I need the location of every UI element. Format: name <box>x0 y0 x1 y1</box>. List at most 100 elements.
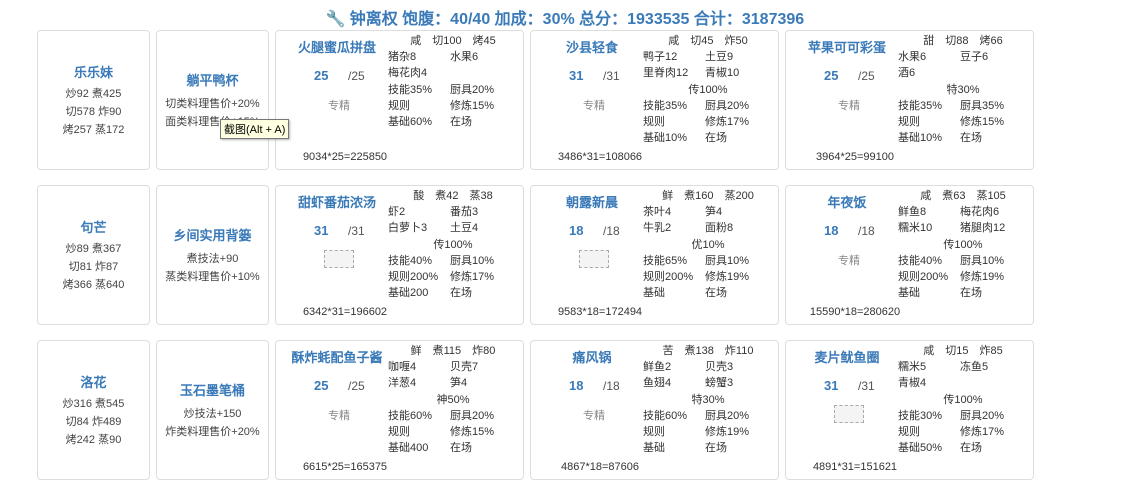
modifier: 厨具10% <box>960 254 1005 267</box>
modifier: 技能60% <box>388 409 433 422</box>
chef-card[interactable]: 乐乐妹 炒92 煮425 切578 炸90 烤257 蒸172 <box>37 30 150 170</box>
chef-name[interactable]: 洛花 <box>38 372 149 391</box>
recipe-requirements: 咸 切45 炸50 <box>668 35 748 47</box>
modifier: 基础50% <box>898 442 943 455</box>
recipe-card[interactable]: 沙县轻食 31/31 专精 3486*31=108066 咸 切45 炸50 鸭子12 土豆… <box>530 30 779 170</box>
recipe-quantity[interactable]: 31 <box>569 68 583 83</box>
recipe-rank-bonus: 特30% <box>946 83 980 96</box>
recipe-name[interactable]: 麦片鱿鱼圈 <box>792 347 902 366</box>
chef-name[interactable]: 乐乐妹 <box>38 62 149 81</box>
recipe-requirements: 咸 切15 炸85 <box>923 345 1003 357</box>
chef-stat: 炒92 煮425 <box>65 87 122 100</box>
modifier-row: 基础60% 在场 <box>388 114 518 130</box>
recipe-score-calc: 4891*31=151621 <box>812 461 898 473</box>
ingredient: 梅花肉6 <box>960 206 1000 219</box>
recipe-quantity[interactable]: 18 <box>569 223 583 238</box>
recipe-name[interactable]: 朝露新晨 <box>537 192 647 211</box>
recipe-name[interactable]: 火腿蜜瓜拼盘 <box>282 37 392 56</box>
ingredient-row: 里脊肉12 青椒10 <box>643 65 773 81</box>
recipe-card[interactable]: 甜虾番茄浓汤 31/31 6342*31=196602 酸 煮42 蒸38 虾2 番茄3 白… <box>275 185 524 325</box>
ingredient: 面粉8 <box>705 222 734 235</box>
chef-card[interactable]: 洛花 炒316 煮545 切84 炸489 烤242 蒸90 <box>37 340 150 480</box>
recipe-quantity[interactable]: 18 <box>824 223 838 238</box>
recipe-name[interactable]: 年夜饭 <box>792 192 902 211</box>
modifier: 基础 <box>643 442 665 455</box>
equip-card[interactable]: 玉石墨笔桶 炒技法+150 炸类料理售价+20% <box>156 340 269 480</box>
modifier: 技能35% <box>643 99 688 112</box>
equip-name[interactable]: 躺平鸭杯 <box>157 70 268 89</box>
recipe-name[interactable]: 苹果可可彩蛋 <box>792 37 902 56</box>
recipe-card[interactable]: 朝露新晨 18/18 9583*18=172494 鲜 煮160 蒸200 茶叶4 笋4 牛… <box>530 185 779 325</box>
recipe-name[interactable]: 酥炸蚝配鱼子酱 <box>282 347 392 366</box>
modifier: 在场 <box>705 132 727 145</box>
modifier: 厨具20% <box>450 409 495 422</box>
modifier: 厨具35% <box>960 99 1005 112</box>
recipe-card[interactable]: 酥炸蚝配鱼子酱 25/25 专精 6615*25=165375 鲜 煮115 炸80 咖喱… <box>275 340 524 480</box>
recipe-rank-bonus: 传100% <box>943 393 983 406</box>
modifier: 规则 <box>643 426 665 439</box>
ingredient: 土豆4 <box>450 222 479 235</box>
ingredient: 豆子6 <box>960 51 989 64</box>
team-row: 乐乐妹 炒92 煮425 切578 炸90 烤257 蒸172 躺平鸭杯 切类料理售价+2… <box>37 30 1034 170</box>
modifier-row: 基础400 在场 <box>388 440 518 456</box>
chef-stat: 炒89 煮367 <box>65 242 122 255</box>
recipe-card[interactable]: 年夜饭 18/18 专精 15590*18=280620 咸 煮63 蒸105 鲜鱼8 梅花… <box>785 185 1034 325</box>
modifier: 厨具20% <box>705 409 750 422</box>
equip-card[interactable]: 躺平鸭杯 切类料理售价+20% 面类料理售价+15% <box>156 30 269 170</box>
modifier: 厨具20% <box>450 83 495 96</box>
modifier: 规则 <box>388 99 410 112</box>
modifier-row: 技能35% 厨具20% <box>388 82 518 98</box>
ingredient: 鸭子12 <box>643 51 678 64</box>
modifier-row: 规则 修炼15% <box>388 98 518 114</box>
recipe-quantity[interactable]: 25 <box>314 68 328 83</box>
recipe-card[interactable]: 麦片鱿鱼圈 31/31 4891*31=151621 咸 切15 炸85 糯米5 冻鱼5 青… <box>785 340 1034 480</box>
equip-effect: 炒技法+150 <box>183 407 242 420</box>
modifier-row: 规则 修炼17% <box>643 114 773 130</box>
recipe-name[interactable]: 沙县轻食 <box>537 37 647 56</box>
ingredient: 贝壳3 <box>705 361 734 374</box>
ingredient: 猪腿肉12 <box>960 222 1006 235</box>
recipe-quantity[interactable]: 31 <box>314 223 328 238</box>
recipe-requirements: 鲜 煮160 蒸200 <box>662 190 754 202</box>
recipe-quantity[interactable]: 18 <box>569 378 583 393</box>
recipe-card[interactable]: 火腿蜜瓜拼盘 25/25 专精 9034*25=225850 咸 切100 烤45 猪杂8… <box>275 30 524 170</box>
modifier-row: 技能40% 厨具10% <box>388 253 518 269</box>
ingredient: 笋4 <box>705 206 723 219</box>
ingredient: 鱼翅4 <box>643 377 672 390</box>
modifier-row: 基础 在场 <box>643 440 773 456</box>
chef-card[interactable]: 句芒 炒89 煮367 切81 炸87 烤366 蒸640 <box>37 185 150 325</box>
equip-name[interactable]: 乡间实用背篓 <box>157 225 268 244</box>
modifier: 规则200% <box>643 271 694 284</box>
recipe-skill-label: 专精 <box>583 410 605 422</box>
modifier: 修炼17% <box>450 271 495 284</box>
recipe-name[interactable]: 甜虾番茄浓汤 <box>282 192 392 211</box>
recipe-card[interactable]: 苹果可可彩蛋 25/25 专精 3964*25=99100 甜 切88 烤66 水果6 豆子… <box>785 30 1034 170</box>
recipe-requirements: 甜 切88 烤66 <box>923 35 1003 47</box>
modifier: 规则 <box>898 116 920 129</box>
modifier: 规则 <box>388 426 410 439</box>
recipe-score-calc: 3486*31=108066 <box>557 151 643 163</box>
modifier: 基础 <box>643 287 665 300</box>
ingredient-row: 梅花肉4 <box>388 65 518 81</box>
recipe-score-calc: 9034*25=225850 <box>302 151 388 163</box>
equip-name[interactable]: 玉石墨笔桶 <box>157 380 268 399</box>
chef-name[interactable]: 句芒 <box>38 217 149 236</box>
recipe-max-quantity: /18 <box>603 224 620 238</box>
ingredient-row: 牛乳2 面粉8 <box>643 220 773 236</box>
ingredient-row: 鲜鱼8 梅花肉6 <box>898 204 1028 220</box>
recipe-quantity[interactable]: 25 <box>314 378 328 393</box>
recipe-quantity[interactable]: 31 <box>824 378 838 393</box>
recipe-details: 酸 煮42 蒸38 虾2 番茄3 白萝卜3 土豆4 传100% 技能40% 厨具10% 规则20… <box>388 188 518 301</box>
modifier: 基础200 <box>388 287 429 300</box>
recipe-card[interactable]: 痛风锅 18/18 专精 4867*18=87606 苦 煮138 炸110 鲜鱼2 贝壳3… <box>530 340 779 480</box>
recipe-requirements: 酸 煮42 蒸38 <box>413 190 493 202</box>
modifier: 在场 <box>960 442 982 455</box>
modifier: 修炼15% <box>960 116 1005 129</box>
ingredient: 鲜鱼8 <box>898 206 927 219</box>
modifier-row: 技能65% 厨具10% <box>643 253 773 269</box>
modifier-row: 规则 修炼15% <box>898 114 1028 130</box>
recipe-quantity[interactable]: 25 <box>824 68 838 83</box>
ingredient: 茶叶4 <box>643 206 672 219</box>
recipe-name[interactable]: 痛风锅 <box>537 347 647 366</box>
equip-card[interactable]: 乡间实用背篓 煮技法+90 蒸类料理售价+10% <box>156 185 269 325</box>
